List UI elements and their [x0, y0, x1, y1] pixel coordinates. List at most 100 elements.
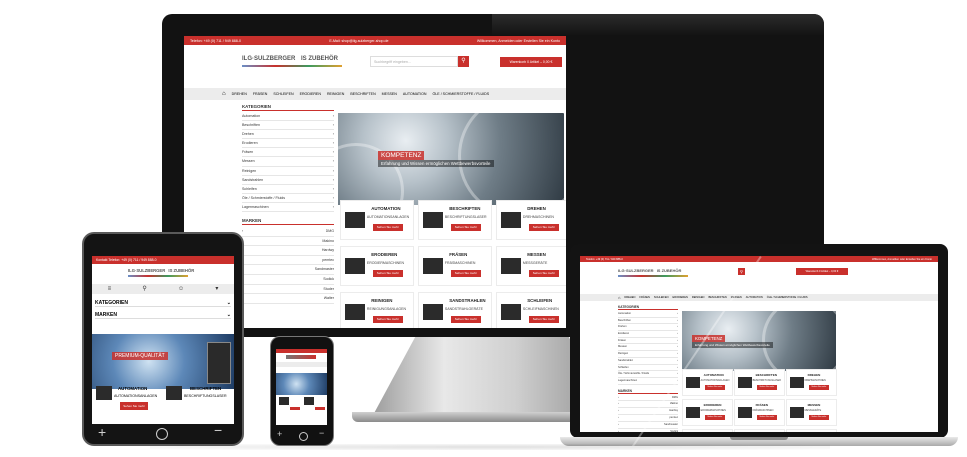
nav-item[interactable]: FRÄSEN: [253, 92, 268, 96]
card-button[interactable]: Sehen Sie mehr: [120, 402, 148, 410]
nav-item[interactable]: REINIGEN: [327, 92, 344, 96]
brand-item[interactable]: ›Hardwy: [242, 246, 334, 256]
card-button[interactable]: Sehen Sie mehr: [372, 315, 403, 324]
brand-item[interactable]: ›Walter: [242, 294, 334, 304]
nav-item[interactable]: DREHEN: [624, 296, 635, 299]
logo[interactable]: ILG·SULZBERGER IS ZUBEHÖR: [242, 56, 362, 67]
category-item[interactable]: Messen ›: [242, 157, 334, 167]
nav-item[interactable]: SCHLEIFEN: [273, 92, 293, 96]
category-item[interactable]: Lagermaschinen ›: [242, 203, 334, 213]
category-card[interactable]: DREHEN DREHMASCHINEN Sehen Sie mehr: [786, 369, 837, 396]
category-item[interactable]: Öle / Schmierstoffe / Fluids ›: [618, 371, 678, 378]
cart-button[interactable]: Warenkorb 0 Artikel – 0,00 €: [500, 57, 562, 67]
category-item[interactable]: Automation ›: [618, 311, 678, 318]
tablet-card-automation[interactable]: AUTOMATION AUTOMATIONSANLAGEN Sehen Sie …: [96, 384, 160, 422]
category-card[interactable]: FRÄSEN FRÄSMASCHINEN Sehen Sie mehr: [418, 246, 492, 286]
category-item[interactable]: Messen ›: [618, 344, 678, 352]
nav-item[interactable]: REINIGEN: [692, 296, 705, 299]
card-button[interactable]: Sehen Sie mehr: [528, 269, 559, 278]
category-card[interactable]: REINIGENREINIGUNGSANLAGENSehen Sie mehr: [340, 292, 414, 328]
category-item[interactable]: Fräsen ›: [242, 148, 334, 158]
nav-item[interactable]: AUTOMATION: [403, 92, 427, 96]
phone-plus-icon[interactable]: +: [277, 429, 282, 439]
tablet-brands-toggle[interactable]: MARKEN ⌄: [95, 312, 231, 319]
category-item[interactable]: Beschriften ›: [242, 121, 334, 131]
category-item[interactable]: Lagermaschinen ›: [618, 378, 678, 385]
home-button[interactable]: [156, 428, 168, 440]
category-item[interactable]: Erodieren ›: [242, 139, 334, 149]
search-icon[interactable]: ⚲: [142, 284, 146, 294]
brand-item[interactable]: ›Sodick: [242, 275, 334, 285]
laptop-banner[interactable]: KOMPETENZ Erfahrung und Wissen ermöglich…: [682, 311, 836, 371]
nav-item[interactable]: ÖLE / SCHMIERSTOFFE / FLUIDS: [433, 92, 490, 96]
phone-home-button[interactable]: [299, 432, 308, 441]
category-item[interactable]: Sandstrahlen ›: [242, 176, 334, 185]
category-card[interactable]: FRÄSEN FRÄSMASCHINEN Sehen Sie mehr: [734, 399, 785, 426]
nav-item[interactable]: BESCHRIFTEN: [350, 92, 375, 96]
category-card[interactable]: AUTOMATION AUTOMATIONSANLAGEN Sehen Sie me…: [340, 200, 414, 240]
category-item[interactable]: Drehen ›: [618, 324, 678, 332]
brand-item[interactable]: ›Sandmaster: [242, 265, 334, 275]
topbar-welcome[interactable]: Willkommen, Anmelden oder Erstellen Sie …: [477, 39, 560, 43]
menu-icon[interactable]: ≡: [108, 284, 112, 294]
category-item[interactable]: Öle / Schmierstoffe / Fluids ›: [242, 194, 334, 203]
category-item[interactable]: Reinigen ›: [242, 167, 334, 176]
category-item[interactable]: Erodieren ›: [618, 331, 678, 338]
card-button[interactable]: Sehen Sie mehr: [372, 223, 403, 232]
phone-banner[interactable]: [276, 373, 327, 395]
category-card[interactable]: DREHEN DREHMASCHINEN Sehen Sie mehr: [496, 200, 566, 240]
category-item[interactable]: Schleifen ›: [242, 185, 334, 194]
brand-item[interactable]: ›Hardwy: [618, 408, 678, 416]
brand-item[interactable]: › Makino: [618, 401, 678, 409]
home-icon[interactable]: ⌂: [222, 91, 226, 97]
nav-item[interactable]: BESCHRIFTEN: [708, 296, 726, 299]
nav-item[interactable]: AUTOMATION: [746, 296, 763, 299]
card-button[interactable]: Sehen Sie mehr: [528, 223, 559, 232]
category-card[interactable]: BESCHRIFTEN BESCHRIFTUNGSLASER Sehen Sie m…: [734, 369, 785, 396]
category-card[interactable]: MESSEN MESSGERÄTE Sehen Sie mehr: [496, 246, 566, 286]
category-card[interactable]: MESSEN MESSGERÄTE Sehen Sie mehr: [786, 399, 837, 426]
search-input[interactable]: Suchbegriff eingeben...: [370, 56, 458, 67]
home-icon[interactable]: ⌂: [618, 295, 620, 300]
user-icon[interactable]: ☺: [178, 284, 184, 294]
plus-icon[interactable]: +: [98, 424, 106, 440]
brand-item[interactable]: ›Studer: [242, 285, 334, 295]
nav-item[interactable]: DREHEN: [232, 92, 247, 96]
brand-item[interactable]: ›Sodick: [618, 429, 678, 432]
cart-icon[interactable]: ▾: [215, 284, 218, 294]
nav-item[interactable]: MESSEN: [382, 92, 397, 96]
search-button[interactable]: ⚲: [458, 56, 469, 67]
nav-item[interactable]: ERODIEREN: [300, 92, 321, 96]
nav-item[interactable]: FRÄSEN: [639, 296, 650, 299]
category-card[interactable]: SANDSTRAHLENSANDSTRAHLGERÄTESehen Sie me…: [418, 292, 492, 328]
card-button[interactable]: Sehen Sie mehr: [450, 269, 481, 278]
category-item[interactable]: Drehen ›: [242, 130, 334, 140]
category-item[interactable]: Schleifen ›: [618, 365, 678, 372]
card-button[interactable]: Sehen Sie mehr: [704, 415, 726, 420]
card-button[interactable]: Sehen Sie mehr: [756, 415, 778, 420]
laptop-logo[interactable]: ILG·SULZBERGER IS ZUBEHÖR: [618, 268, 688, 277]
category-card[interactable]: ERODIEREN ERODIERMASCHINEN Sehen Sie mehr: [682, 399, 733, 426]
category-card[interactable]: ERODIEREN ERODIERMASCHINEN Sehen Sie mehr: [340, 246, 414, 286]
tablet-categories-toggle[interactable]: KATEGORIEN ⌄: [95, 300, 231, 307]
category-card[interactable]: REINIGENREINIGUNGSANLAGENSehen Sie mehr: [682, 429, 733, 432]
topbar-email[interactable]: E-Mail: shop@ilg-sulzberger-shop.de: [329, 39, 388, 43]
category-card[interactable]: SANDSTRAHLENSANDSTRAHLGERÄTESehen Sie me…: [734, 429, 785, 432]
card-button[interactable]: Sehen Sie mehr: [704, 385, 726, 390]
category-card[interactable]: BESCHRIFTEN BESCHRIFTUNGSLASER Sehen Sie m…: [418, 200, 492, 240]
category-item[interactable]: Beschriften ›: [618, 318, 678, 325]
card-button[interactable]: Sehen Sie mehr: [808, 415, 830, 420]
category-item[interactable]: Reinigen ›: [618, 351, 678, 358]
category-item[interactable]: Automation ›: [242, 112, 334, 122]
card-button[interactable]: Sehen Sie mehr: [450, 315, 481, 324]
nav-item[interactable]: ÖLE / SCHMIERSTOFFE / FLUIDS: [767, 296, 808, 299]
category-item[interactable]: Fräsen ›: [618, 338, 678, 345]
card-button[interactable]: Sehen Sie mehr: [756, 385, 778, 390]
brand-item[interactable]: › DMG: [242, 227, 334, 237]
category-item[interactable]: Sandstrahlen ›: [618, 358, 678, 365]
card-button[interactable]: Sehen Sie mehr: [372, 269, 403, 278]
topbar-welcome[interactable]: Willkommen, Anmelden oder Erstellen Sie …: [872, 258, 932, 261]
category-card[interactable]: SCHLEIFENSCHLEIFMASCHINENSehen Sie mehr: [786, 429, 837, 432]
nav-item[interactable]: ERODIEREN: [672, 296, 687, 299]
brand-item[interactable]: ›pemtec: [242, 256, 334, 266]
